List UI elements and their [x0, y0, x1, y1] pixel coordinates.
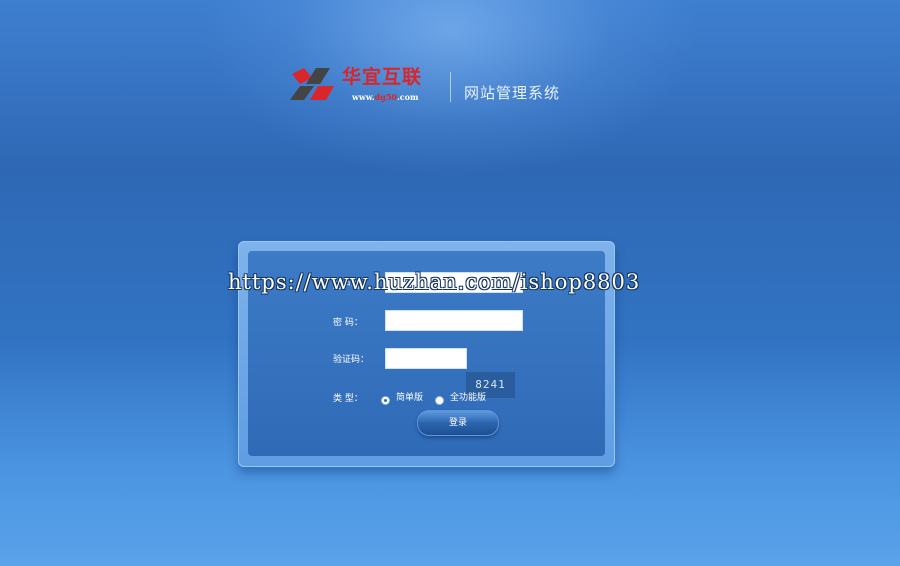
- system-title: 网站管理系统: [464, 84, 561, 102]
- brand-name: 华宜互联: [342, 66, 423, 88]
- password-label: 密 码：: [333, 318, 363, 328]
- type-option-full-label: 全功能版: [450, 393, 487, 403]
- type-radio-simple[interactable]: [381, 396, 390, 405]
- type-option-simple-label: 简单版: [396, 393, 424, 403]
- type-label: 类 型：: [333, 394, 363, 404]
- login-button[interactable]: 登录: [417, 410, 499, 436]
- password-input[interactable]: [385, 310, 523, 331]
- username-label: 用户名：: [333, 281, 370, 291]
- brand-header: 华宜互联 www.dg50.com 网站管理系统: [290, 60, 590, 110]
- username-input[interactable]: [385, 272, 523, 293]
- brand-url: www.dg50.com: [352, 92, 419, 102]
- captcha-input[interactable]: [385, 348, 467, 369]
- header-divider: [450, 72, 451, 102]
- type-radio-full[interactable]: [435, 396, 444, 405]
- logo-icon: [290, 68, 334, 100]
- captcha-label: 验证码：: [333, 355, 370, 365]
